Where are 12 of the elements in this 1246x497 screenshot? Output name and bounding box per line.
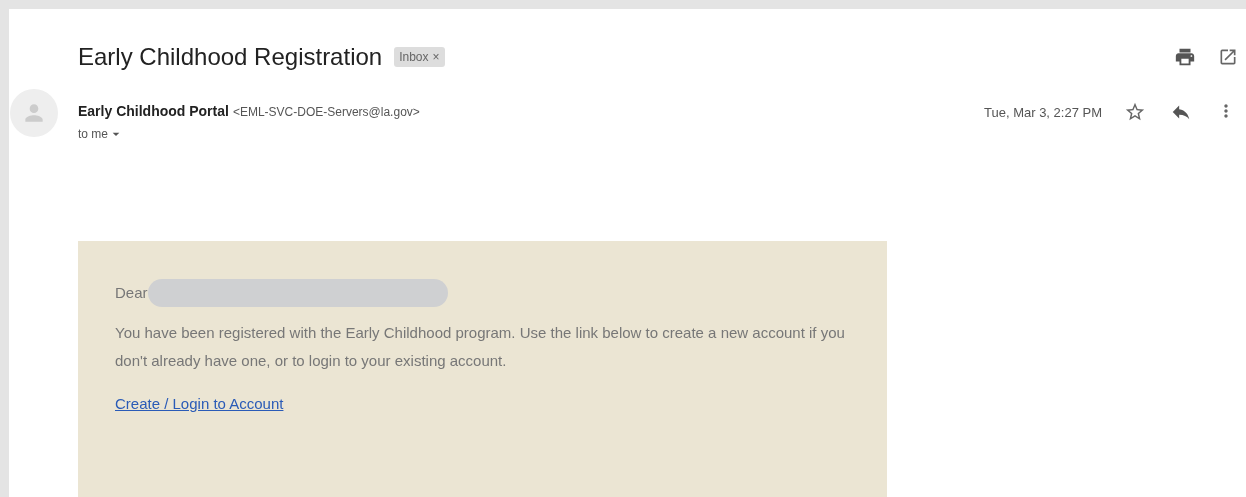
email-subject: Early Childhood Registration <box>78 42 383 72</box>
recipient-dropdown[interactable]: to me <box>78 125 420 143</box>
email-date: Tue, Mar 3, 2:27 PM <box>984 104 1102 122</box>
sender-name: Early Childhood Portal <box>78 102 229 121</box>
inbox-label[interactable]: Inbox × <box>394 47 445 67</box>
open-in-new-window-icon[interactable] <box>1218 47 1238 67</box>
print-icon[interactable] <box>1174 46 1196 68</box>
star-icon[interactable] <box>1124 101 1146 123</box>
create-login-link[interactable]: Create / Login to Account <box>115 393 284 416</box>
greeting: Dear <box>115 282 148 303</box>
message-paragraph: You have been registered with the Early Childhood program. Use the link below to create a new account if you don't already have one, or to login to your existing account. <box>115 323 845 371</box>
sender-address: <EML-SVC-DOE-Servers@la.gov> <box>232 104 420 121</box>
